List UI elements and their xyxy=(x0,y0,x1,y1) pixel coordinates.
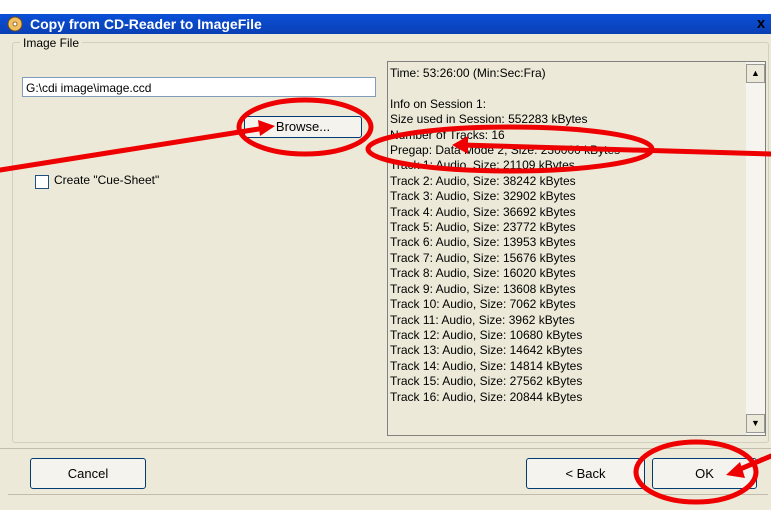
up-arrow-icon[interactable]: ▲ xyxy=(746,64,765,83)
info-line: Time: 53:26:00 (Min:Sec:Fra) xyxy=(390,66,546,80)
info-line: Track 7: Audio, Size: 15676 kBytes xyxy=(390,250,576,265)
cancel-button[interactable]: Cancel xyxy=(30,458,146,489)
info-line xyxy=(390,81,740,96)
session-info-text: Time: 53:26:00 (Min:Sec:Fra) Info on Ses… xyxy=(390,66,740,405)
title-bar: Copy from CD-Reader to ImageFile x xyxy=(0,0,771,34)
close-button[interactable]: x xyxy=(752,15,770,33)
info-line: Track 1: Audio, Size: 21109 kBytes xyxy=(390,158,575,173)
cd-disc-icon xyxy=(7,16,23,32)
group-label: Image File xyxy=(20,36,83,50)
info-line: Number of Tracks: 16 xyxy=(390,127,505,142)
info-line: Track 5: Audio, Size: 23772 kBytes xyxy=(390,220,576,235)
info-line: Size used in Session: 552283 kBytes xyxy=(390,112,588,127)
info-line: Track 12: Audio, Size: 10680 kBytes xyxy=(390,327,583,342)
info-line: Track 11: Audio, Size: 3962 kBytes xyxy=(390,312,575,327)
cue-sheet-checkbox[interactable] xyxy=(35,175,49,189)
browse-button[interactable]: Browse... xyxy=(244,116,362,138)
divider xyxy=(0,448,771,449)
cue-sheet-label: Create "Cue-Sheet" xyxy=(54,173,160,187)
info-line: Pregap: Data Mode 2, Size: 230000 kBytes xyxy=(390,143,621,158)
down-arrow-icon[interactable]: ▼ xyxy=(746,414,765,433)
session-info-panel: Time: 53:26:00 (Min:Sec:Fra) Info on Ses… xyxy=(387,61,766,436)
ok-button[interactable]: OK xyxy=(652,458,757,489)
info-line: Track 13: Audio, Size: 14642 kBytes xyxy=(390,343,583,358)
info-line: Track 3: Audio, Size: 32902 kBytes xyxy=(390,189,576,204)
image-path-field[interactable]: G:\cdi image\image.ccd xyxy=(22,77,376,97)
status-strip xyxy=(8,494,768,509)
info-line: Info on Session 1: xyxy=(390,96,487,111)
info-line: Track 2: Audio, Size: 38242 kBytes xyxy=(390,173,576,188)
info-line: Track 6: Audio, Size: 13953 kBytes xyxy=(390,235,576,250)
info-line: Track 4: Audio, Size: 36692 kBytes xyxy=(390,204,576,219)
info-line: Track 8: Audio, Size: 16020 kBytes xyxy=(390,266,576,281)
info-line: Track 14: Audio, Size: 14814 kBytes xyxy=(390,358,583,373)
info-line: Track 15: Audio, Size: 27562 kBytes xyxy=(390,374,583,389)
info-line: Track 10: Audio, Size: 7062 kBytes xyxy=(390,297,576,312)
window-title: Copy from CD-Reader to ImageFile xyxy=(30,16,262,32)
info-line: Track 9: Audio, Size: 13608 kBytes xyxy=(390,281,576,296)
info-line: Track 16: Audio, Size: 20844 kBytes xyxy=(390,389,583,404)
back-button[interactable]: < Back xyxy=(526,458,645,489)
info-scrollbar[interactable]: ▲ ▼ xyxy=(746,62,765,435)
